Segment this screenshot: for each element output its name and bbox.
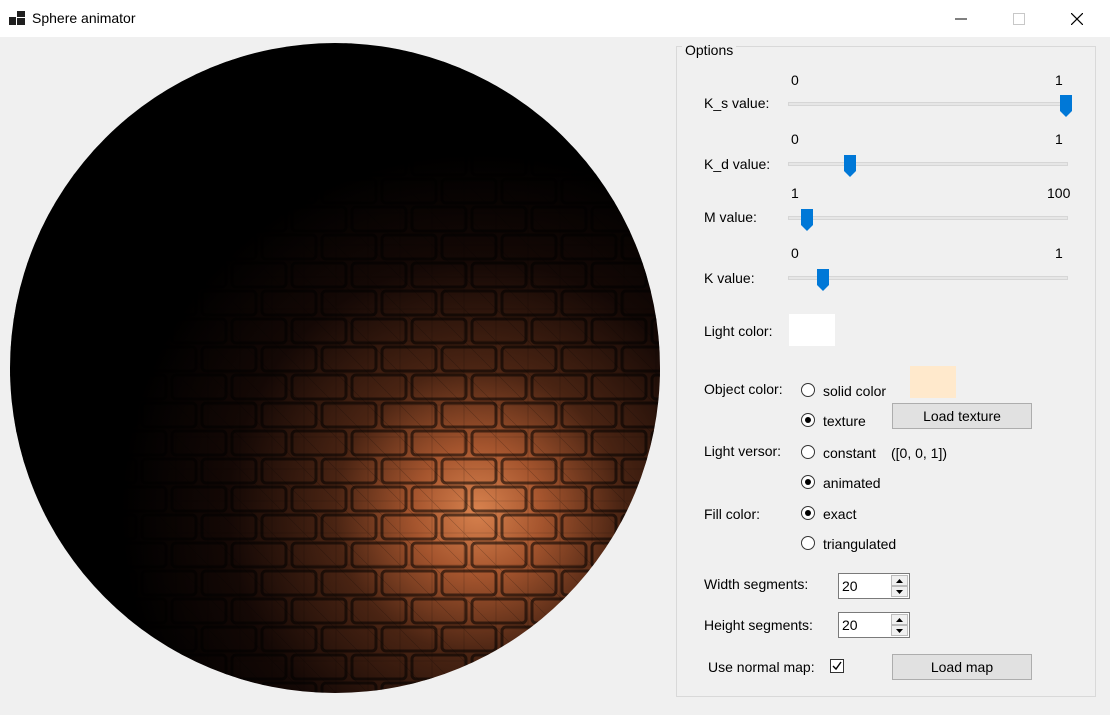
m-max-label: 100 xyxy=(1047,185,1071,201)
kd-min-label: 0 xyxy=(791,131,799,147)
width-segments-input[interactable]: 20 xyxy=(838,573,910,599)
m-slider-thumb[interactable] xyxy=(800,209,813,231)
k-label: K value: xyxy=(704,270,755,286)
triangulated-radio[interactable] xyxy=(801,536,815,550)
m-min-label: 1 xyxy=(791,185,799,201)
k-min-label: 0 xyxy=(791,245,799,261)
height-segments-label: Height segments: xyxy=(704,617,813,633)
normal-map-checkbox[interactable] xyxy=(830,659,844,673)
window-title: Sphere animator xyxy=(32,10,136,26)
animated-radio[interactable] xyxy=(801,475,815,489)
kd-max-label: 1 xyxy=(1055,131,1063,147)
checkmark-icon xyxy=(832,661,842,671)
sphere-render xyxy=(10,43,660,693)
arrow-down-icon xyxy=(896,628,903,633)
load-map-button[interactable]: Load map xyxy=(892,654,1032,680)
light-color-label: Light color: xyxy=(704,323,773,339)
width-segments-value: 20 xyxy=(842,578,858,594)
constant-value: ([0, 0, 1]) xyxy=(891,445,948,461)
object-color-swatch[interactable] xyxy=(910,366,956,398)
kd-slider-thumb[interactable] xyxy=(844,155,856,177)
ks-slider-thumb[interactable] xyxy=(1060,95,1072,117)
height-segments-down[interactable] xyxy=(891,625,908,636)
animated-label: animated xyxy=(823,475,881,491)
fill-color-label: Fill color: xyxy=(704,506,761,522)
ks-label: K_s value: xyxy=(704,95,770,111)
minimize-button[interactable] xyxy=(932,0,990,37)
exact-label: exact xyxy=(823,506,857,522)
light-versor-label: Light versor: xyxy=(704,443,782,459)
arrow-up-icon xyxy=(896,578,903,583)
k-max-label: 1 xyxy=(1055,245,1063,261)
kd-label: K_d value: xyxy=(704,156,771,172)
render-canvas[interactable] xyxy=(0,37,672,712)
constant-radio[interactable] xyxy=(801,445,815,459)
solid-color-radio[interactable] xyxy=(801,383,815,397)
close-button[interactable] xyxy=(1048,0,1106,37)
height-segments-input[interactable]: 20 xyxy=(838,612,910,638)
height-segments-up[interactable] xyxy=(891,614,908,625)
m-slider[interactable] xyxy=(788,216,1068,220)
constant-label: constant xyxy=(823,445,876,461)
load-texture-button[interactable]: Load texture xyxy=(892,403,1032,429)
light-color-swatch[interactable] xyxy=(789,314,835,346)
app-icon xyxy=(9,11,25,25)
k-slider[interactable] xyxy=(788,276,1068,280)
options-group-label: Options xyxy=(682,42,737,58)
arrow-up-icon xyxy=(896,617,903,622)
solid-color-label: solid color xyxy=(823,383,887,399)
triangulated-label: triangulated xyxy=(823,536,897,552)
arrow-down-icon xyxy=(896,589,903,594)
minimize-icon xyxy=(955,18,967,19)
m-label: M value: xyxy=(704,209,757,225)
height-segments-value: 20 xyxy=(842,617,858,633)
k-slider-thumb[interactable] xyxy=(817,269,829,291)
width-segments-label: Width segments: xyxy=(704,576,809,592)
title-bar: Sphere animator xyxy=(0,0,1110,37)
exact-radio[interactable] xyxy=(801,506,815,520)
options-group xyxy=(676,46,1096,697)
normal-map-label: Use normal map: xyxy=(708,659,815,675)
texture-radio[interactable] xyxy=(801,413,815,427)
kd-slider[interactable] xyxy=(788,162,1068,166)
ks-max-label: 1 xyxy=(1055,72,1063,88)
maximize-icon xyxy=(1013,12,1025,25)
ks-slider[interactable] xyxy=(788,102,1068,106)
ks-min-label: 0 xyxy=(791,72,799,88)
width-segments-down[interactable] xyxy=(891,586,908,597)
maximize-button[interactable] xyxy=(990,0,1048,37)
width-segments-up[interactable] xyxy=(891,575,908,586)
close-icon xyxy=(1071,12,1083,25)
object-color-label: Object color: xyxy=(704,381,783,397)
texture-label: texture xyxy=(823,413,866,429)
